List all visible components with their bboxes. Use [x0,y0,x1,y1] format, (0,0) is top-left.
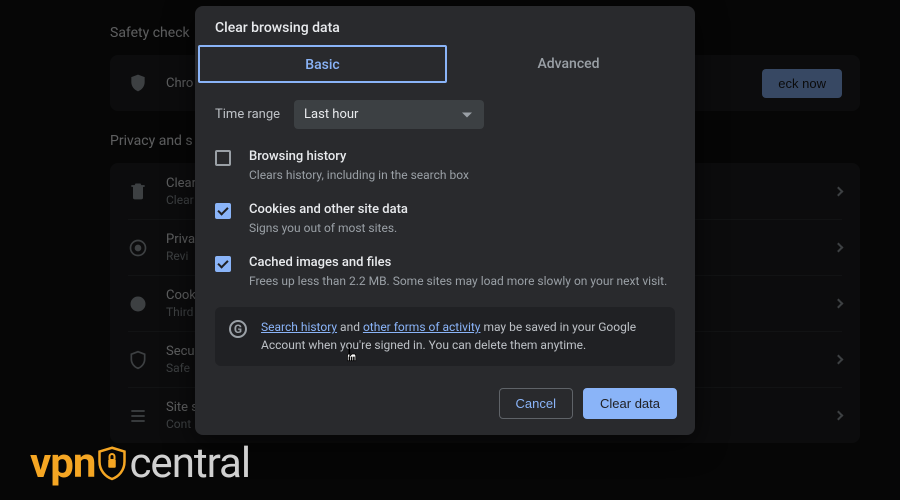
option-desc: Signs you out of most sites. [249,220,408,237]
search-history-link[interactable]: Search history [261,320,337,334]
clear-browsing-data-dialog: Clear browsing data Basic Advanced Time … [195,6,695,435]
dialog-actions: Cancel Clear data [195,376,695,435]
other-activity-link[interactable]: other forms of activity [363,320,481,334]
option-title: Cached images and files [249,255,667,270]
checkbox-cached[interactable] [215,256,231,272]
checkbox-cookies[interactable] [215,203,231,219]
dialog-title: Clear browsing data [195,6,695,46]
time-range-select[interactable]: Last hour [294,100,484,129]
time-range-row: Time range Last hour [215,100,675,129]
option-title: Browsing history [249,149,469,164]
option-browsing-history: Browsing history Clears history, includi… [215,149,675,184]
tab-advanced[interactable]: Advanced [446,46,691,82]
time-range-label: Time range [215,107,280,122]
checkbox-browsing-history[interactable] [215,150,231,166]
option-cookies: Cookies and other site data Signs you ou… [215,202,675,237]
dialog-tabs: Basic Advanced [195,46,695,82]
google-account-info: G Search history and other forms of acti… [215,307,675,366]
tab-basic[interactable]: Basic [198,45,447,83]
info-text: Search history and other forms of activi… [261,319,661,354]
caret-down-icon [462,112,472,117]
google-icon: G [229,320,247,338]
time-range-value: Last hour [304,107,358,122]
option-cached: Cached images and files Frees up less th… [215,255,675,290]
option-desc: Frees up less than 2.2 MB. Some sites ma… [249,273,667,290]
clear-data-button[interactable]: Clear data [583,388,677,419]
dialog-body: Time range Last hour Browsing history Cl… [195,82,695,376]
cancel-button[interactable]: Cancel [499,388,573,419]
option-desc: Clears history, including in the search … [249,167,469,184]
option-title: Cookies and other site data [249,202,408,217]
